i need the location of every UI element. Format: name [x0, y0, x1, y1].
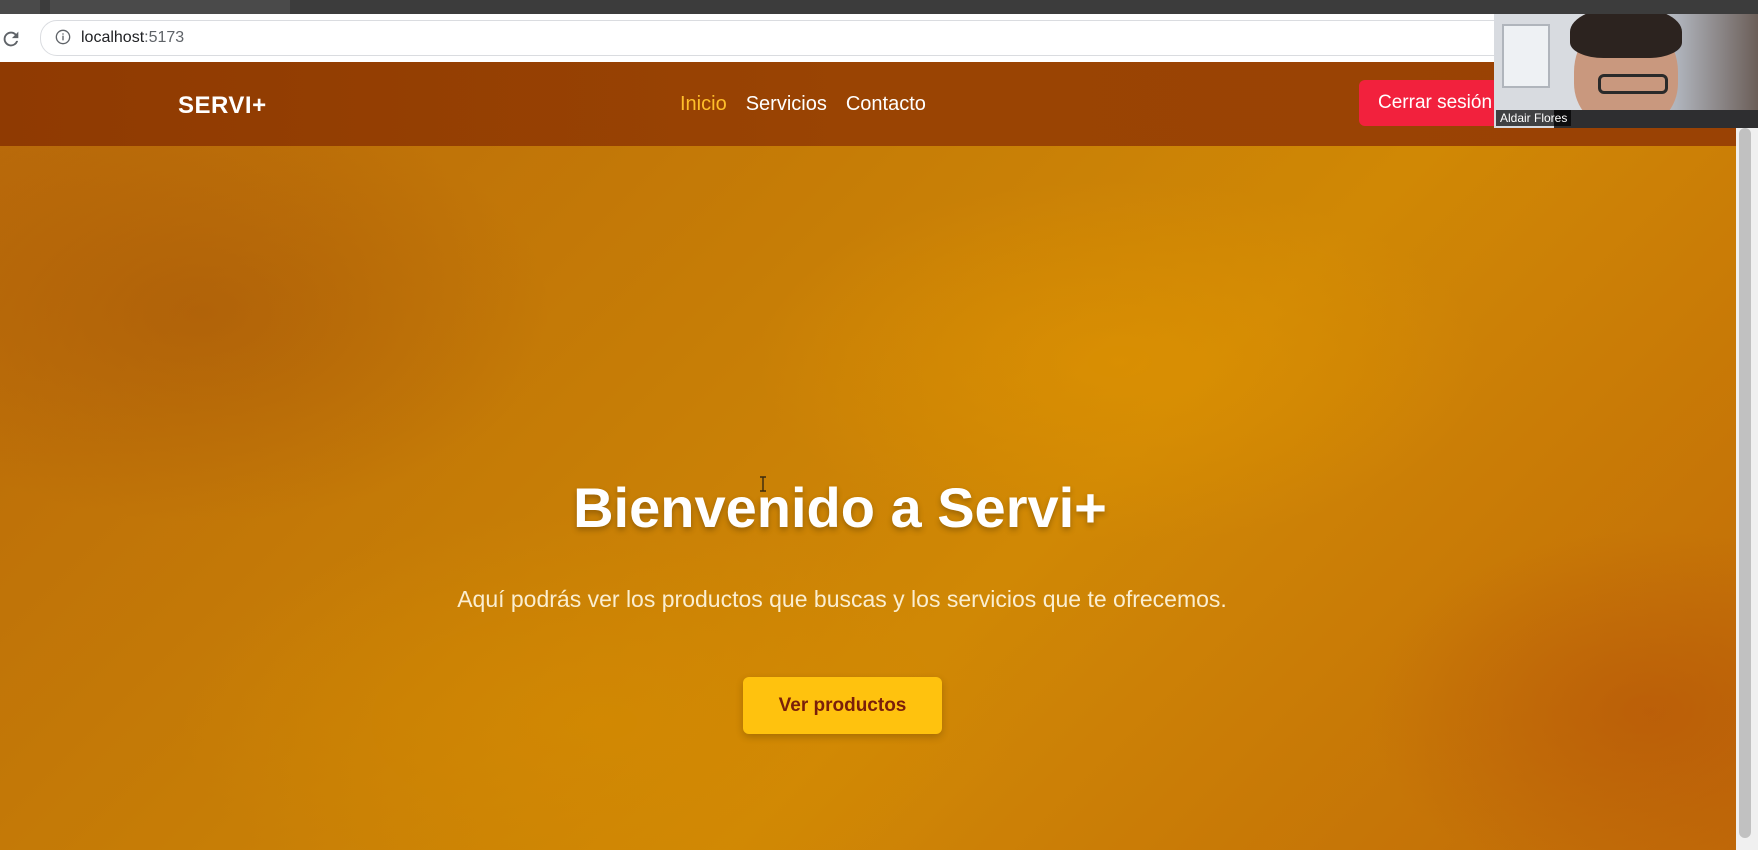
webcam-hair [1570, 14, 1682, 58]
url-port: :5173 [144, 29, 185, 46]
scrollbar-thumb[interactable] [1739, 128, 1751, 838]
url-host: localhost [81, 29, 145, 46]
reload-icon[interactable] [0, 28, 22, 50]
brand-logo[interactable]: SERVI+ [178, 92, 267, 120]
webcam-window [1502, 24, 1550, 88]
page-viewport: SERVI+ Inicio Servicios Contacto Cerrar … [0, 62, 1736, 850]
nav-link-inicio[interactable]: Inicio [680, 93, 727, 116]
browser-tab[interactable] [0, 0, 40, 14]
webcam-overlay: Aldair Flores [1494, 14, 1758, 128]
browser-tabstrip [0, 0, 1758, 14]
webcam-glasses [1598, 74, 1668, 94]
url-input[interactable]: localhost:5173 [40, 20, 1512, 56]
hero-title: Bienvenido a Servi+ [573, 476, 1107, 539]
hero-subtitle: Aquí podrás ver los productos que buscas… [457, 586, 1227, 612]
nav-links: Inicio Servicios Contacto [680, 93, 926, 116]
webcam-name-label: Aldair Flores [1496, 110, 1572, 126]
info-icon[interactable] [55, 29, 71, 45]
webcam-shirt [1554, 110, 1758, 128]
text-cursor-icon [760, 476, 766, 492]
nav-link-servicios[interactable]: Servicios [746, 93, 827, 116]
url-text: localhost:5173 [81, 29, 184, 47]
navbar: SERVI+ Inicio Servicios Contacto Cerrar … [0, 62, 1736, 146]
nav-link-contacto[interactable]: Contacto [846, 93, 926, 116]
logout-button[interactable]: Cerrar sesión [1359, 80, 1499, 126]
browser-tab[interactable] [50, 0, 290, 14]
view-products-button[interactable]: Ver productos [743, 677, 942, 734]
